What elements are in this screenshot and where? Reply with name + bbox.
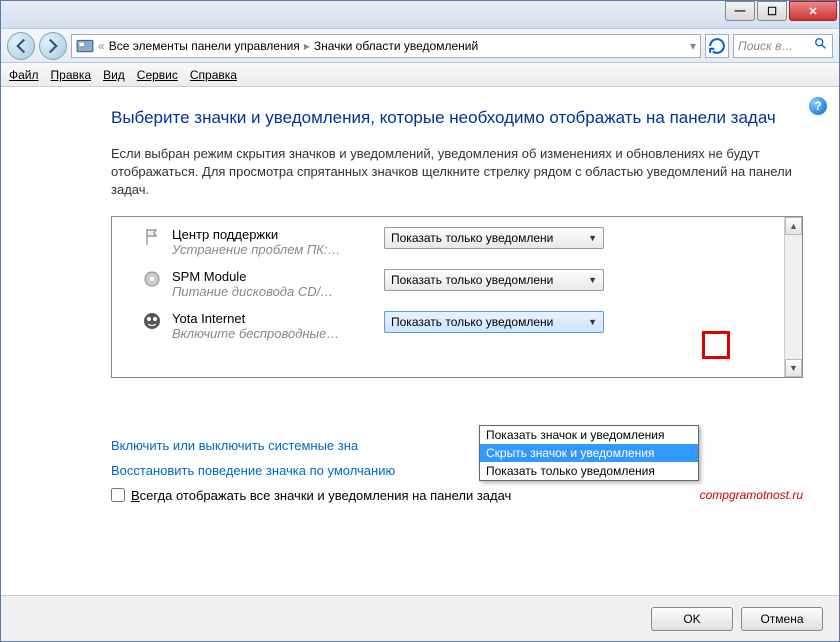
breadcrumb-item[interactable]: Все элементы панели управления xyxy=(109,39,300,53)
chevron-down-icon: ▼ xyxy=(588,275,597,285)
search-placeholder: Поиск в… xyxy=(738,39,793,53)
titlebar: — ☐ ✕ xyxy=(1,1,839,29)
behavior-select[interactable]: Показать только уведомлени▼ xyxy=(384,269,604,291)
item-subtitle: Устранение проблем ПК:… xyxy=(172,242,372,257)
always-show-checkbox-row: ВВсегда отображать все значки и уведомле… xyxy=(111,488,803,503)
flag-icon xyxy=(142,227,162,247)
menu-file[interactable]: Файл xyxy=(9,68,39,82)
page-title: Выберите значки и уведомления, которые н… xyxy=(111,107,803,129)
list-item: SPM Module Питание дисковода CD/… Показа… xyxy=(112,263,784,305)
behavior-dropdown: Показать значок и уведомления Скрыть зна… xyxy=(479,425,699,481)
search-input[interactable]: Поиск в… xyxy=(733,34,833,58)
minimize-button[interactable]: — xyxy=(725,1,755,21)
watermark: compgramotnost.ru xyxy=(700,488,803,502)
cancel-button[interactable]: Отмена xyxy=(741,607,823,631)
menu-edit[interactable]: Правка xyxy=(51,68,92,82)
help-icon[interactable]: ? xyxy=(809,97,827,115)
refresh-button[interactable] xyxy=(705,34,729,58)
chevron-down-icon[interactable]: ▾ xyxy=(690,39,696,53)
breadcrumb-item[interactable]: Значки области уведомлений xyxy=(314,39,478,53)
maximize-button[interactable]: ☐ xyxy=(757,1,787,21)
menu-service[interactable]: Сервис xyxy=(137,68,178,82)
page-description: Если выбран режим скрытия значков и увед… xyxy=(111,145,803,200)
control-panel-icon xyxy=(76,37,94,55)
button-bar: OK Отмена xyxy=(1,595,839,641)
close-button[interactable]: ✕ xyxy=(789,1,837,21)
item-subtitle: Включите беспроводные… xyxy=(172,326,372,341)
disc-icon xyxy=(142,269,162,289)
toggle-system-icons-link[interactable]: Включить или выключить системные зна xyxy=(111,438,803,453)
list-item: Центр поддержки Устранение проблем ПК:… … xyxy=(112,221,784,263)
notification-list: Центр поддержки Устранение проблем ПК:… … xyxy=(111,216,803,378)
menu-help[interactable]: Справка xyxy=(190,68,237,82)
menu-bar: Файл Правка Вид Сервис Справка xyxy=(1,63,839,87)
chevron-down-icon: ▼ xyxy=(588,233,597,243)
forward-button[interactable] xyxy=(39,32,67,60)
scroll-up-button[interactable]: ▲ xyxy=(785,217,802,235)
scroll-down-button[interactable]: ▼ xyxy=(785,359,802,377)
dropdown-option[interactable]: Показать значок и уведомления xyxy=(480,426,698,444)
back-button[interactable] xyxy=(7,32,35,60)
links-section: Включить или выключить системные зна Вос… xyxy=(111,438,803,478)
dropdown-option[interactable]: Показать только уведомления xyxy=(480,462,698,480)
ok-button[interactable]: OK xyxy=(651,607,733,631)
window: — ☐ ✕ « Все элементы панели управления ▸… xyxy=(0,0,840,642)
always-show-checkbox[interactable] xyxy=(111,488,125,502)
dropdown-option-selected[interactable]: Скрыть значок и уведомления xyxy=(480,444,698,462)
behavior-select[interactable]: Показать только уведомлени▼ xyxy=(384,227,604,249)
menu-view[interactable]: Вид xyxy=(103,68,125,82)
content-pane: ? Выберите значки и уведомления, которые… xyxy=(1,87,839,595)
list-item: Yota Internet Включите беспроводные… Пок… xyxy=(112,305,784,347)
item-title: Центр поддержки xyxy=(172,227,372,242)
chevron-down-icon: ▼ xyxy=(588,317,597,327)
behavior-select-open[interactable]: Показать только уведомлени▼ xyxy=(384,311,604,333)
chevron-right-icon: ▸ xyxy=(304,39,310,53)
navigation-bar: « Все элементы панели управления ▸ Значк… xyxy=(1,29,839,63)
search-icon xyxy=(814,37,828,54)
breadcrumb-separator: « xyxy=(98,39,105,53)
breadcrumb[interactable]: « Все элементы панели управления ▸ Значк… xyxy=(71,34,701,58)
item-title: SPM Module xyxy=(172,269,372,284)
restore-default-link[interactable]: Восстановить поведение значка по умолчан… xyxy=(111,463,803,478)
item-title: Yota Internet xyxy=(172,311,372,326)
scrollbar[interactable]: ▲ ▼ xyxy=(784,217,802,377)
network-icon xyxy=(142,311,162,331)
item-subtitle: Питание дисковода CD/… xyxy=(172,284,372,299)
checkbox-label: ВВсегда отображать все значки и уведомле… xyxy=(131,488,511,503)
